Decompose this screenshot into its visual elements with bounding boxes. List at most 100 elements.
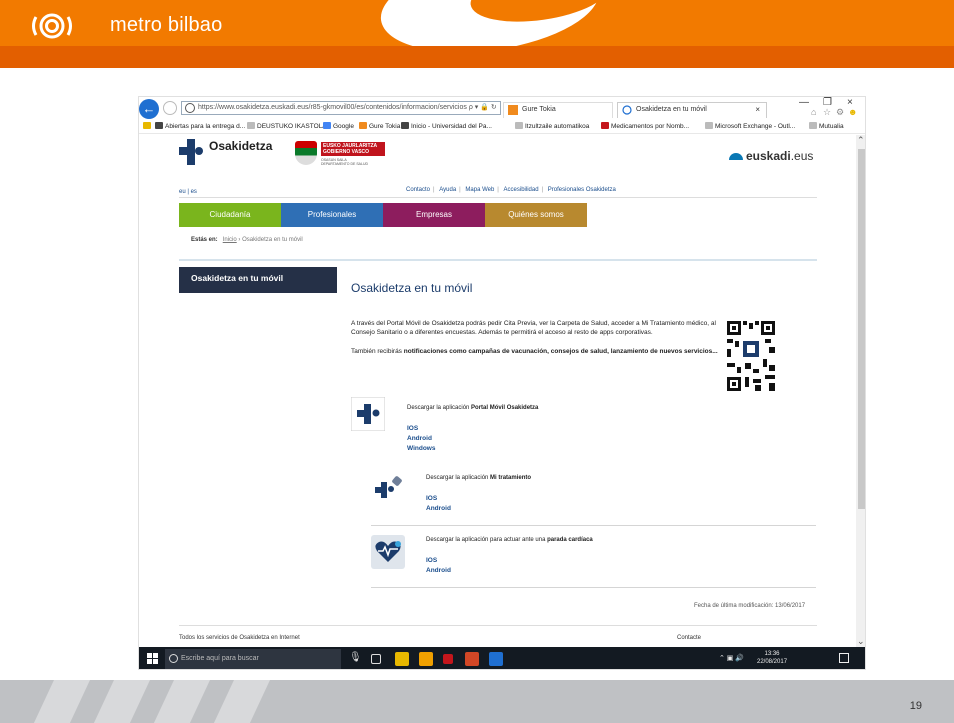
- smiley-feedback-icon[interactable]: ☻: [848, 107, 857, 117]
- osakidetza-logo[interactable]: Osakidetza: [179, 139, 299, 169]
- clock[interactable]: 13:36 22/08/2017: [757, 650, 787, 666]
- parada-cardiaca-app-icon[interactable]: [371, 535, 405, 569]
- edge-icon[interactable]: [489, 652, 503, 666]
- nav-profesionales[interactable]: Profesionales: [281, 203, 383, 227]
- footer-stripe: [81, 680, 155, 723]
- favorites-star-icon[interactable]: [143, 122, 153, 130]
- lang-eu-link[interactable]: eu: [179, 189, 186, 195]
- qr-code-icon[interactable]: [725, 319, 777, 393]
- footer-stripe: [201, 680, 275, 723]
- favorite-link[interactable]: Google: [323, 122, 354, 130]
- system-tray-icons[interactable]: ⌃ ▣ 🔊: [719, 654, 744, 662]
- breadcrumb-current: Osakidetza en tu móvil: [242, 237, 303, 243]
- favorite-link[interactable]: DEUSTUKO IKASTOLA: [247, 122, 327, 130]
- app-link-android[interactable]: Android: [426, 567, 451, 574]
- osakidetza-logo-text: Osakidetza: [209, 139, 273, 153]
- divider: [179, 259, 817, 261]
- notifications-bold: notificaciones como campañas de vacunaci…: [403, 348, 718, 355]
- settings-gear-icon[interactable]: ⚙: [836, 107, 844, 118]
- windows-start-icon[interactable]: [147, 653, 159, 665]
- close-tab-icon[interactable]: ×: [755, 103, 760, 117]
- tab-gure-tokia[interactable]: Gure Tokia: [503, 102, 613, 118]
- favorites-star-icon[interactable]: ☆: [823, 107, 831, 118]
- scroll-down-icon[interactable]: ⌄: [857, 636, 865, 647]
- taskbar-search-input[interactable]: Escribe aquí para buscar: [165, 649, 341, 669]
- app-desc-bold: Portal Móvil Osakidetza: [471, 405, 539, 411]
- address-bar[interactable]: https://www.osakidetza.euskadi.eus/r85-g…: [181, 101, 501, 115]
- task-view-icon[interactable]: [371, 654, 381, 664]
- gv-logo-line2: GOBIERNO VASCO: [323, 149, 370, 155]
- notifications-prefix: También recibirás: [351, 348, 404, 355]
- favorites-bar: Abiertas para la entrega d... DEUSTUKO I…: [139, 120, 865, 134]
- breadcrumb-label: Estás en:: [191, 237, 218, 243]
- favorite-link[interactable]: Itzultzaile automatikoa: [515, 122, 589, 130]
- breadcrumb-home-link[interactable]: Inicio: [223, 237, 237, 243]
- cortana-icon: [169, 654, 178, 663]
- minimize-icon[interactable]: —: [799, 97, 809, 108]
- slide-footer: [0, 680, 954, 723]
- divider: [179, 625, 817, 626]
- divider: [371, 525, 816, 526]
- link-mapa-web[interactable]: Mapa Web: [465, 187, 494, 193]
- link-contacto[interactable]: Contacto: [406, 187, 430, 193]
- sidebar-title[interactable]: Osakidetza en tu móvil: [179, 267, 337, 293]
- favorite-link[interactable]: Medicamentos por Nomb...: [601, 122, 689, 130]
- address-url: https://www.osakidetza.euskadi.eus/r85-g…: [198, 104, 467, 111]
- favorite-link[interactable]: Inicio - Universidad del Pa...: [401, 122, 492, 130]
- favorite-link[interactable]: Gure Tokia: [359, 122, 400, 130]
- tab-osakidetza[interactable]: Osakidetza en tu móvil ×: [617, 102, 767, 118]
- app-link-windows[interactable]: Windows: [407, 445, 435, 452]
- page-title: Osakidetza en tu móvil: [351, 281, 473, 295]
- nav-empresas[interactable]: Empresas: [383, 203, 485, 227]
- app-description: Descargar la aplicación Portal Móvil Osa…: [407, 405, 538, 411]
- page-favicon-icon: [622, 105, 632, 115]
- link-profesionales-osakidetza[interactable]: Profesionales Osakidetza: [548, 187, 616, 193]
- app-link-ios[interactable]: IOS: [426, 495, 437, 502]
- powerpoint-icon[interactable]: [465, 652, 479, 666]
- link-accesibilidad[interactable]: Accesibilidad: [504, 187, 539, 193]
- nav-quienes-somos[interactable]: Quiénes somos: [485, 203, 587, 227]
- osakidetza-cross-icon: [179, 139, 203, 165]
- app-description: Descargar la aplicación Mi tratamiento: [426, 475, 531, 481]
- euskadi-logo-bold: euskadi: [746, 149, 791, 163]
- file-explorer-icon[interactable]: [395, 652, 409, 666]
- osakidetza-app-icon[interactable]: [351, 397, 385, 431]
- gobierno-vasco-logo[interactable]: EUSKO JAURLARITZA GOBIERNO VASCO OSASUN …: [295, 141, 385, 171]
- lang-es-link[interactable]: es: [191, 189, 197, 195]
- coat-of-arms-icon: [295, 141, 317, 165]
- microphone-icon[interactable]: 🎙: [349, 652, 363, 666]
- clock-time: 13:36: [764, 651, 780, 657]
- notifications-icon[interactable]: [839, 653, 849, 663]
- app-link-ios[interactable]: IOS: [426, 557, 437, 564]
- webpage: Osakidetza EUSKO JAURLARITZA GOBIERNO VA…: [139, 135, 857, 647]
- link-ayuda[interactable]: Ayuda: [439, 187, 456, 193]
- top-links: Contacto | Ayuda | Mapa Web | Accesibilidad…: [406, 187, 616, 193]
- nav-ciudadania[interactable]: Ciudadanía: [179, 203, 281, 227]
- gv-logo-sub2: DEPARTAMENTO DE SALUD: [321, 162, 369, 166]
- app-link-ios[interactable]: IOS: [407, 425, 418, 432]
- gure-tokia-favicon-icon: [508, 105, 518, 115]
- app-desc-bold: Mi tratamiento: [490, 475, 532, 481]
- footer-services-link[interactable]: Todos los servicios de Osakidetza en Int…: [179, 635, 300, 641]
- forward-arrow-icon[interactable]: [163, 101, 177, 115]
- favorite-link[interactable]: Abiertas para la entrega d...: [155, 122, 245, 130]
- clock-date: 22/08/2017: [757, 659, 788, 665]
- acrobat-icon[interactable]: [443, 654, 453, 664]
- favorite-link[interactable]: Mutualia: [809, 122, 844, 130]
- tab-label: Osakidetza en tu móvil: [636, 106, 707, 113]
- scrollbar-thumb[interactable]: [858, 149, 865, 509]
- vertical-scrollbar[interactable]: ⌃ ⌄: [856, 135, 865, 647]
- euskadi-logo[interactable]: euskadi.eus: [729, 149, 813, 163]
- scroll-up-icon[interactable]: ⌃: [857, 135, 865, 146]
- back-arrow-icon[interactable]: ←: [139, 99, 159, 119]
- app-link-android[interactable]: Android: [426, 505, 451, 512]
- outlook-icon[interactable]: [419, 652, 433, 666]
- slide-header: metro bilbao: [0, 0, 954, 68]
- app-description: Descargar la aplicación para actuar ante…: [426, 537, 593, 543]
- home-icon[interactable]: ⌂: [811, 107, 816, 117]
- favorite-link[interactable]: Microsoft Exchange - Outl...: [705, 122, 795, 130]
- app-link-android[interactable]: Android: [407, 435, 432, 442]
- mi-tratamiento-app-icon[interactable]: [371, 475, 405, 505]
- footer-stripe: [21, 680, 95, 723]
- footer-contact-link[interactable]: Contacte: [677, 635, 701, 641]
